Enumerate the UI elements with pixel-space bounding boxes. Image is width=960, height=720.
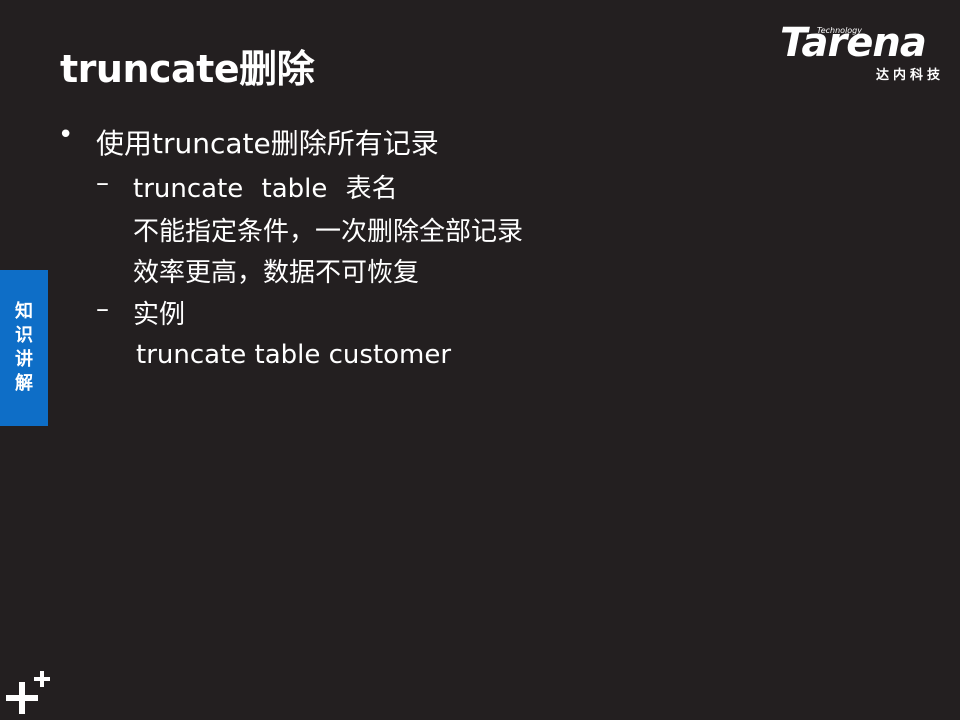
plus-plus-icon — [6, 671, 50, 714]
note-line: 效率更高，数据不可恢复 — [133, 258, 420, 288]
dash-marker: – — [96, 294, 109, 324]
note-line: 不能指定条件，一次删除全部记录 — [133, 217, 524, 247]
example-code: truncate table customer — [136, 340, 452, 370]
dash-marker: – — [96, 168, 109, 198]
slide-content: • 使用truncate删除所有记录 – truncate table 表名 不… — [0, 0, 960, 720]
example-label: 实例 — [133, 300, 186, 330]
bullet-marker: • — [58, 120, 74, 150]
bullet-text: 使用truncate删除所有记录 — [96, 127, 439, 160]
syntax-line: truncate table 表名 — [133, 174, 398, 204]
